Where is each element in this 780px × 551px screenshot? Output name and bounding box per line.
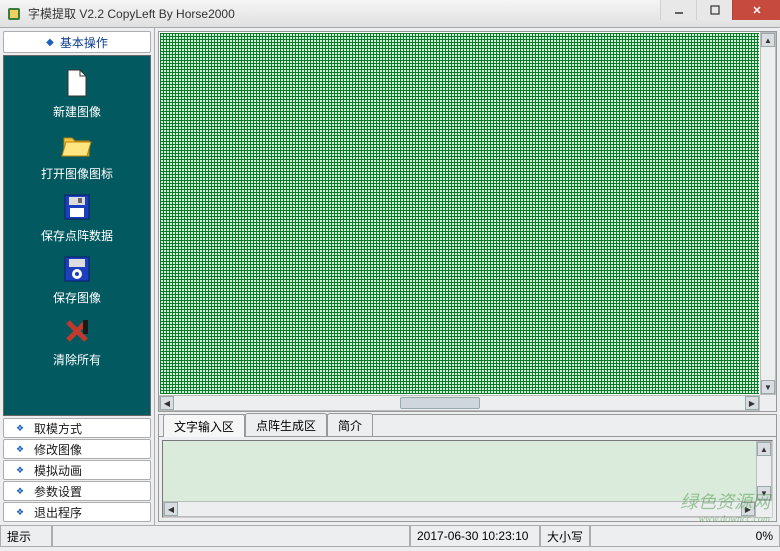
status-progress: 0% — [590, 526, 780, 547]
sidebar-header-label: 基本操作 — [60, 34, 108, 51]
sidebar-btn-mode[interactable]: 取模方式 — [3, 418, 151, 438]
scroll-up-icon[interactable]: ▲ — [757, 442, 771, 456]
status-time-label: 2017-06-30 10:23:10 — [417, 529, 528, 543]
sidebar-btn-exit[interactable]: 退出程序 — [3, 502, 151, 522]
status-caps: 大小写 — [540, 526, 590, 547]
close-button[interactable] — [732, 0, 780, 20]
sidebar-btn-label: 取模方式 — [34, 420, 82, 437]
titlebar: 字模提取 V2.2 CopyLeft By Horse2000 — [0, 0, 780, 28]
sidebar-item-label: 打开图像图标 — [41, 165, 113, 182]
sidebar-btn-label: 修改图像 — [34, 441, 82, 458]
sidebar-item-open-image[interactable]: 打开图像图标 — [41, 128, 113, 182]
canvas-scrollbar-vertical[interactable]: ▲ ▼ — [760, 32, 776, 395]
status-caps-label: 大小写 — [547, 528, 583, 545]
canvas-scrollbar-horizontal[interactable]: ◀ ▶ — [159, 395, 760, 411]
file-icon — [60, 66, 94, 100]
sidebar-footer: 取模方式 修改图像 模拟动画 参数设置 退出程序 — [3, 418, 151, 522]
floppy-save-icon — [60, 190, 94, 224]
pixel-canvas[interactable] — [160, 33, 759, 394]
scroll-right-icon[interactable]: ▶ — [741, 502, 755, 516]
sidebar-item-label: 保存点阵数据 — [41, 227, 113, 244]
floppy-icon — [60, 252, 94, 286]
tab-label: 点阵生成区 — [256, 419, 316, 433]
tab-text-input[interactable]: 文字输入区 — [163, 414, 245, 437]
sidebar-btn-label: 退出程序 — [34, 504, 82, 521]
scroll-thumb[interactable] — [400, 397, 480, 409]
panel-scrollbar-horizontal[interactable]: ◀ ▶ — [163, 501, 756, 517]
bottom-panel: 文字输入区 点阵生成区 简介 ◀ ▶ ▲ ▼ — [158, 414, 777, 522]
tab-matrix-output[interactable]: 点阵生成区 — [245, 413, 327, 436]
sidebar-item-save-image[interactable]: 保存图像 — [53, 252, 101, 306]
sidebar-btn-label: 模拟动画 — [34, 462, 82, 479]
scroll-corner — [756, 501, 772, 517]
minimize-button[interactable] — [660, 0, 696, 20]
status-tip-label: 提示 — [7, 528, 31, 545]
sidebar-toolbox: 新建图像 打开图像图标 保存点阵数据 保存图像 清除所有 — [3, 55, 151, 416]
canvas-panel: ◀ ▶ ▲ ▼ — [158, 31, 777, 412]
status-bar: 提示 2017-06-30 10:23:10 大小写 0% — [0, 525, 780, 547]
sidebar-header[interactable]: ◆ 基本操作 — [3, 31, 151, 53]
workspace: ◀ ▶ ▲ ▼ 文字输入区 点阵生成区 简介 ◀ ▶ — [155, 28, 780, 525]
text-input-area[interactable] — [163, 441, 756, 501]
app-icon — [6, 6, 22, 22]
sidebar-item-label: 保存图像 — [53, 289, 101, 306]
sidebar-item-save-matrix[interactable]: 保存点阵数据 — [41, 190, 113, 244]
sidebar-btn-label: 参数设置 — [34, 483, 82, 500]
status-spacer — [52, 526, 410, 547]
tab-label: 文字输入区 — [174, 420, 234, 434]
sidebar-item-label: 清除所有 — [53, 351, 101, 368]
tab-bar: 文字输入区 点阵生成区 简介 — [159, 415, 776, 437]
status-tip: 提示 — [0, 526, 52, 547]
scroll-down-icon[interactable]: ▼ — [757, 486, 771, 500]
panel-scrollbar-vertical[interactable]: ▲ ▼ — [756, 441, 772, 501]
sidebar-item-clear-all[interactable]: 清除所有 — [53, 314, 101, 368]
maximize-button[interactable] — [696, 0, 732, 20]
scroll-left-icon[interactable]: ◀ — [164, 502, 178, 516]
sidebar-btn-settings[interactable]: 参数设置 — [3, 481, 151, 501]
sidebar-btn-animate[interactable]: 模拟动画 — [3, 460, 151, 480]
status-timestamp: 2017-06-30 10:23:10 — [410, 526, 540, 547]
scroll-right-icon[interactable]: ▶ — [745, 396, 759, 410]
sidebar: ◆ 基本操作 新建图像 打开图像图标 保存点阵数据 保存图像 清除所有 — [0, 28, 155, 525]
sidebar-item-label: 新建图像 — [53, 103, 101, 120]
folder-open-icon — [60, 128, 94, 162]
scroll-up-icon[interactable]: ▲ — [761, 33, 775, 47]
scroll-down-icon[interactable]: ▼ — [761, 380, 775, 394]
tab-content: ◀ ▶ ▲ ▼ — [162, 440, 773, 518]
sidebar-item-new-image[interactable]: 新建图像 — [53, 66, 101, 120]
clear-icon — [60, 314, 94, 348]
tab-about[interactable]: 简介 — [327, 413, 373, 436]
diamond-icon: ◆ — [46, 37, 54, 48]
sidebar-btn-edit[interactable]: 修改图像 — [3, 439, 151, 459]
tab-label: 简介 — [338, 419, 362, 433]
scroll-left-icon[interactable]: ◀ — [160, 396, 174, 410]
scroll-corner — [760, 395, 776, 411]
status-progress-label: 0% — [756, 529, 773, 543]
